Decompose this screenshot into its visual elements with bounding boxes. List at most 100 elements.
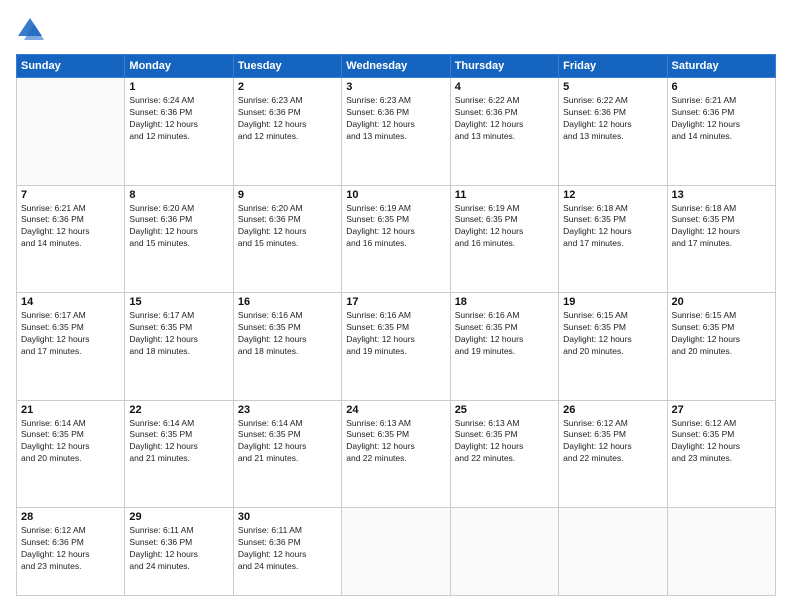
calendar-cell: 20 Sunrise: 6:15 AM Sunset: 6:35 PM Dayli… (667, 293, 775, 401)
week-row-0: 1Sunrise: 6:24 AM Sunset: 6:36 PM Daylig… (17, 78, 776, 186)
day-info: Sunrise: 6:21 AM Sunset: 6:36 PM Dayligh… (672, 95, 771, 143)
day-number: 6 (672, 81, 771, 93)
week-row-3: 21 Sunrise: 6:14 AM Sunset: 6:35 PM Dayli… (17, 400, 776, 508)
header-row: SundayMondayTuesdayWednesdayThursdayFrid… (17, 55, 776, 78)
day-number: 12 (563, 189, 662, 201)
day-info: Sunrise: 6:15 AM Sunset: 6:35 PM Dayligh… (563, 310, 662, 358)
calendar-cell: 12 Sunrise: 6:18 AM Sunset: 6:35 PM Dayli… (559, 185, 667, 293)
day-info: Sunrise: 6:14 AM Sunset: 6:35 PM Dayligh… (238, 418, 337, 466)
day-number: 30 (238, 511, 337, 523)
day-info: Sunrise: 6:19 AM Sunset: 6:35 PM Dayligh… (346, 203, 445, 251)
day-info: Sunrise: 6:11 AM Sunset: 6:36 PM Dayligh… (238, 525, 337, 573)
calendar-cell: 19 Sunrise: 6:15 AM Sunset: 6:35 PM Dayli… (559, 293, 667, 401)
calendar-cell: 29 Sunrise: 6:11 AM Sunset: 6:36 PM Dayli… (125, 508, 233, 596)
day-header-thursday: Thursday (450, 55, 558, 78)
day-info: Sunrise: 6:16 AM Sunset: 6:35 PM Dayligh… (238, 310, 337, 358)
day-number: 22 (129, 404, 228, 416)
day-info: Sunrise: 6:23 AM Sunset: 6:36 PM Dayligh… (238, 95, 337, 143)
calendar-cell (559, 508, 667, 596)
day-number: 28 (21, 511, 120, 523)
day-info: Sunrise: 6:18 AM Sunset: 6:35 PM Dayligh… (672, 203, 771, 251)
day-number: 23 (238, 404, 337, 416)
day-info: Sunrise: 6:18 AM Sunset: 6:35 PM Dayligh… (563, 203, 662, 251)
day-info: Sunrise: 6:20 AM Sunset: 6:36 PM Dayligh… (238, 203, 337, 251)
calendar-cell (450, 508, 558, 596)
day-number: 5 (563, 81, 662, 93)
day-info: Sunrise: 6:12 AM Sunset: 6:36 PM Dayligh… (21, 525, 120, 573)
day-number: 2 (238, 81, 337, 93)
calendar-cell: 30 Sunrise: 6:11 AM Sunset: 6:36 PM Dayli… (233, 508, 341, 596)
day-number: 26 (563, 404, 662, 416)
day-header-sunday: Sunday (17, 55, 125, 78)
day-number: 7 (21, 189, 120, 201)
calendar-cell: 18Sunrise: 6:16 AM Sunset: 6:35 PM Dayli… (450, 293, 558, 401)
calendar-table: SundayMondayTuesdayWednesdayThursdayFrid… (16, 54, 776, 596)
day-number: 11 (455, 189, 554, 201)
calendar-cell: 6 Sunrise: 6:21 AM Sunset: 6:36 PM Daylig… (667, 78, 775, 186)
calendar-cell: 24 Sunrise: 6:13 AM Sunset: 6:35 PM Dayli… (342, 400, 450, 508)
calendar-cell: 14Sunrise: 6:17 AM Sunset: 6:35 PM Dayli… (17, 293, 125, 401)
day-number: 27 (672, 404, 771, 416)
calendar-cell: 5 Sunrise: 6:22 AM Sunset: 6:36 PM Daylig… (559, 78, 667, 186)
day-info: Sunrise: 6:14 AM Sunset: 6:35 PM Dayligh… (21, 418, 120, 466)
day-info: Sunrise: 6:22 AM Sunset: 6:36 PM Dayligh… (563, 95, 662, 143)
day-info: Sunrise: 6:16 AM Sunset: 6:35 PM Dayligh… (346, 310, 445, 358)
calendar-cell: 1Sunrise: 6:24 AM Sunset: 6:36 PM Daylig… (125, 78, 233, 186)
calendar-cell: 7 Sunrise: 6:21 AM Sunset: 6:36 PM Daylig… (17, 185, 125, 293)
day-number: 24 (346, 404, 445, 416)
day-number: 15 (129, 296, 228, 308)
calendar-cell: 10 Sunrise: 6:19 AM Sunset: 6:35 PM Dayli… (342, 185, 450, 293)
day-number: 19 (563, 296, 662, 308)
day-number: 21 (21, 404, 120, 416)
calendar-cell: 2 Sunrise: 6:23 AM Sunset: 6:36 PM Daylig… (233, 78, 341, 186)
day-header-saturday: Saturday (667, 55, 775, 78)
calendar-cell (667, 508, 775, 596)
calendar-cell: 11Sunrise: 6:19 AM Sunset: 6:35 PM Dayli… (450, 185, 558, 293)
calendar-cell: 26 Sunrise: 6:12 AM Sunset: 6:35 PM Dayli… (559, 400, 667, 508)
calendar-cell: 17 Sunrise: 6:16 AM Sunset: 6:35 PM Dayli… (342, 293, 450, 401)
day-number: 17 (346, 296, 445, 308)
calendar-cell: 22 Sunrise: 6:14 AM Sunset: 6:35 PM Dayli… (125, 400, 233, 508)
calendar-cell: 15 Sunrise: 6:17 AM Sunset: 6:35 PM Dayli… (125, 293, 233, 401)
calendar-cell: 13 Sunrise: 6:18 AM Sunset: 6:35 PM Dayli… (667, 185, 775, 293)
logo-icon (16, 16, 44, 44)
day-info: Sunrise: 6:21 AM Sunset: 6:36 PM Dayligh… (21, 203, 120, 251)
calendar-cell (17, 78, 125, 186)
calendar-cell: 9 Sunrise: 6:20 AM Sunset: 6:36 PM Daylig… (233, 185, 341, 293)
logo (16, 16, 48, 44)
day-info: Sunrise: 6:13 AM Sunset: 6:35 PM Dayligh… (455, 418, 554, 466)
day-info: Sunrise: 6:23 AM Sunset: 6:36 PM Dayligh… (346, 95, 445, 143)
calendar-cell: 4Sunrise: 6:22 AM Sunset: 6:36 PM Daylig… (450, 78, 558, 186)
day-number: 8 (129, 189, 228, 201)
day-number: 20 (672, 296, 771, 308)
week-row-2: 14Sunrise: 6:17 AM Sunset: 6:35 PM Dayli… (17, 293, 776, 401)
day-number: 9 (238, 189, 337, 201)
day-number: 10 (346, 189, 445, 201)
day-number: 3 (346, 81, 445, 93)
calendar-cell: 27Sunrise: 6:12 AM Sunset: 6:35 PM Dayli… (667, 400, 775, 508)
day-number: 4 (455, 81, 554, 93)
calendar-cell (342, 508, 450, 596)
calendar-cell: 25Sunrise: 6:13 AM Sunset: 6:35 PM Dayli… (450, 400, 558, 508)
week-row-4: 28 Sunrise: 6:12 AM Sunset: 6:36 PM Dayli… (17, 508, 776, 596)
calendar-cell: 23 Sunrise: 6:14 AM Sunset: 6:35 PM Dayli… (233, 400, 341, 508)
day-info: Sunrise: 6:24 AM Sunset: 6:36 PM Dayligh… (129, 95, 228, 143)
day-header-monday: Monday (125, 55, 233, 78)
day-number: 29 (129, 511, 228, 523)
day-header-wednesday: Wednesday (342, 55, 450, 78)
day-info: Sunrise: 6:12 AM Sunset: 6:35 PM Dayligh… (563, 418, 662, 466)
calendar-cell: 8Sunrise: 6:20 AM Sunset: 6:36 PM Daylig… (125, 185, 233, 293)
calendar-cell: 28 Sunrise: 6:12 AM Sunset: 6:36 PM Dayli… (17, 508, 125, 596)
day-info: Sunrise: 6:13 AM Sunset: 6:35 PM Dayligh… (346, 418, 445, 466)
day-number: 13 (672, 189, 771, 201)
day-header-friday: Friday (559, 55, 667, 78)
day-number: 16 (238, 296, 337, 308)
day-info: Sunrise: 6:11 AM Sunset: 6:36 PM Dayligh… (129, 525, 228, 573)
day-info: Sunrise: 6:17 AM Sunset: 6:35 PM Dayligh… (129, 310, 228, 358)
calendar-cell: 21 Sunrise: 6:14 AM Sunset: 6:35 PM Dayli… (17, 400, 125, 508)
day-info: Sunrise: 6:14 AM Sunset: 6:35 PM Dayligh… (129, 418, 228, 466)
day-info: Sunrise: 6:15 AM Sunset: 6:35 PM Dayligh… (672, 310, 771, 358)
week-row-1: 7 Sunrise: 6:21 AM Sunset: 6:36 PM Daylig… (17, 185, 776, 293)
calendar-cell: 16 Sunrise: 6:16 AM Sunset: 6:35 PM Dayli… (233, 293, 341, 401)
day-info: Sunrise: 6:17 AM Sunset: 6:35 PM Dayligh… (21, 310, 120, 358)
